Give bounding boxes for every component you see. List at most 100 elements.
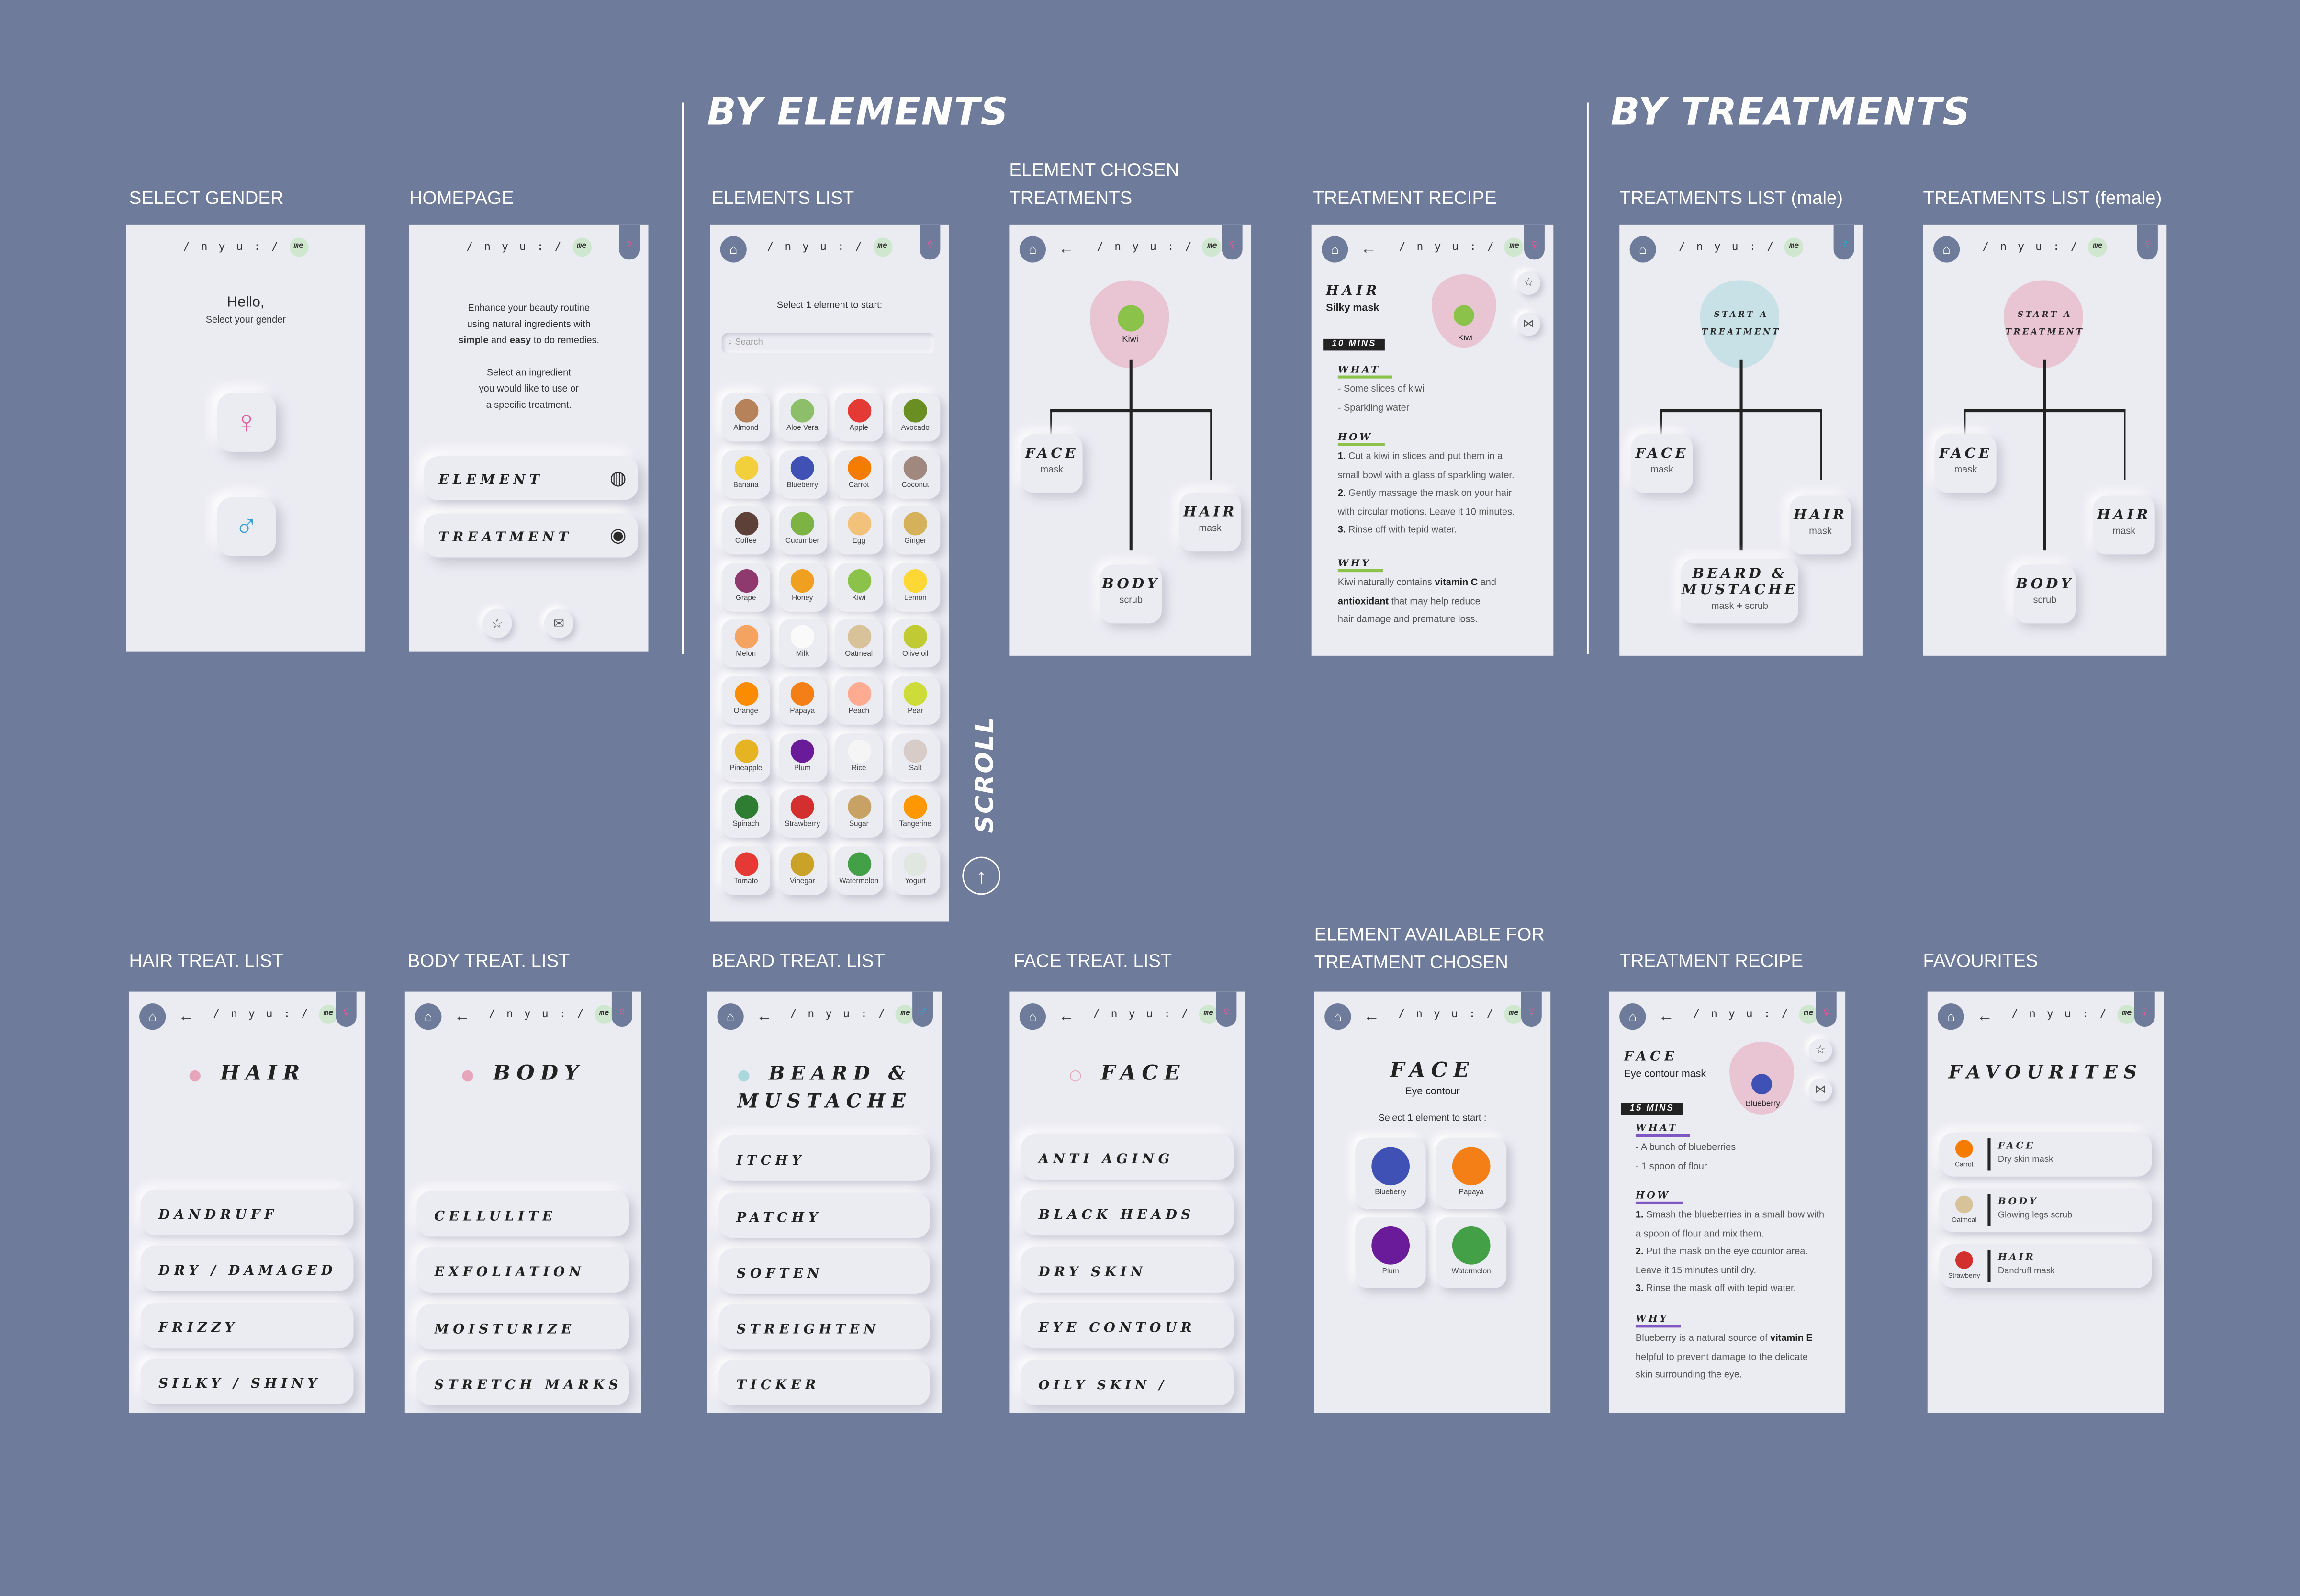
ingredient-button[interactable]: Watermelon <box>834 846 883 895</box>
star-icon[interactable]: ☆ <box>1808 1038 1832 1062</box>
search-input[interactable]: ⌕ Search <box>722 333 934 354</box>
star-icon[interactable]: ☆ <box>482 608 512 639</box>
arrow-left-icon[interactable]: ← <box>751 1003 777 1030</box>
home-icon[interactable]: ⌂ <box>1933 236 1960 263</box>
ingredient-button[interactable]: Cucumber <box>778 506 827 555</box>
home-icon[interactable]: ⌂ <box>1324 1003 1351 1030</box>
ingredient-button[interactable]: Strawberry <box>778 789 827 838</box>
ingredient-button[interactable]: Aloe Vera <box>778 393 827 442</box>
ingredient-button[interactable]: Watermelon <box>1436 1217 1507 1288</box>
arrow-left-icon[interactable]: ← <box>1972 1003 1998 1030</box>
list-item[interactable]: FRIZZY <box>141 1303 354 1349</box>
body-scrub-node[interactable]: BODY scrub <box>1100 564 1162 624</box>
ingredient-button[interactable]: Plum <box>1355 1217 1426 1288</box>
ingredient-button[interactable]: Ginger <box>891 506 940 555</box>
male-icon[interactable]: ♂ <box>1833 224 1854 260</box>
arrow-left-icon[interactable]: ← <box>173 1003 200 1030</box>
ingredient-button[interactable]: Blueberry <box>1355 1138 1426 1209</box>
star-icon[interactable]: ☆ <box>1516 271 1540 295</box>
share-icon[interactable]: ⋈ <box>1808 1078 1832 1102</box>
male-button[interactable]: ♂ <box>217 497 276 556</box>
home-icon[interactable]: ⌂ <box>720 236 747 263</box>
ingredient-button[interactable]: Milk <box>778 619 827 668</box>
face-mask-node[interactable]: FACE mask <box>1021 434 1083 493</box>
home-icon[interactable]: ⌂ <box>1619 1003 1646 1030</box>
ingredient-button[interactable]: Oatmeal <box>834 619 883 668</box>
list-item[interactable]: BLACK HEADS <box>1021 1190 1234 1236</box>
female-icon[interactable]: ♀ <box>1222 224 1243 260</box>
list-item[interactable]: MOISTURIZE <box>416 1304 629 1350</box>
ingredient-button[interactable]: Carrot <box>834 450 883 498</box>
ingredient-button[interactable]: Papaya <box>778 676 827 725</box>
treatment-button[interactable]: TREATMENT ◉ <box>424 513 639 558</box>
arrow-left-icon[interactable]: ← <box>1053 236 1079 262</box>
mail-icon[interactable]: ✉ <box>544 608 574 639</box>
ingredient-button[interactable]: Apple <box>834 393 883 442</box>
home-icon[interactable]: ⌂ <box>1629 236 1656 263</box>
home-icon[interactable]: ⌂ <box>1019 1003 1046 1030</box>
list-item[interactable]: PATCHY <box>718 1192 930 1238</box>
ingredient-button[interactable]: Honey <box>778 563 827 612</box>
list-item[interactable]: TICKER <box>718 1360 930 1405</box>
favourite-item[interactable]: Strawberry HAIR Dandruff mask <box>1939 1244 2152 1288</box>
list-item[interactable]: ANTI AGING <box>1021 1134 1234 1180</box>
female-icon[interactable]: ♀ <box>336 991 357 1027</box>
share-icon[interactable]: ⋈ <box>1516 312 1540 336</box>
arrow-left-icon[interactable]: ← <box>1356 236 1382 262</box>
list-item[interactable]: ITCHY <box>718 1135 930 1181</box>
home-icon[interactable]: ⌂ <box>1019 236 1046 263</box>
ingredient-button[interactable]: Yogurt <box>891 846 940 895</box>
arrow-left-icon[interactable]: ← <box>449 1003 475 1030</box>
favourite-item[interactable]: Oatmeal BODY Glowing legs scrub <box>1939 1188 2152 1233</box>
list-item[interactable]: OILY SKIN / PIMPLES <box>1021 1360 1234 1405</box>
list-item[interactable]: EXFOLIATION <box>416 1247 629 1293</box>
ingredient-button[interactable]: Pineapple <box>721 733 770 782</box>
beard-mustache-node[interactable]: BEARD & MUSTACHE mask + scrub <box>1681 559 1799 624</box>
arrow-up-icon[interactable]: ↑ <box>962 856 1000 895</box>
female-icon[interactable]: ♀ <box>1524 224 1545 260</box>
list-item[interactable]: DRY / DAMAGED <box>141 1245 354 1291</box>
list-item[interactable]: SILKY / SHINY <box>141 1358 354 1404</box>
ingredient-button[interactable]: Vinegar <box>778 846 827 895</box>
home-icon[interactable]: ⌂ <box>415 1003 442 1030</box>
list-item[interactable]: DRY SKIN <box>1021 1247 1234 1293</box>
arrow-left-icon[interactable]: ← <box>1053 1003 1079 1030</box>
ingredient-button[interactable]: Avocado <box>891 393 940 442</box>
ingredient-button[interactable]: Grape <box>721 563 770 612</box>
ingredient-button[interactable]: Banana <box>721 450 770 498</box>
body-node[interactable]: BODY scrub <box>2014 564 2076 624</box>
list-item[interactable]: SOFTEN <box>718 1248 930 1294</box>
male-icon[interactable]: ♂ <box>912 991 933 1027</box>
ingredient-button[interactable]: Orange <box>721 676 770 725</box>
arrow-left-icon[interactable]: ← <box>1653 1003 1680 1030</box>
ingredient-button[interactable]: Coffee <box>721 506 770 555</box>
ingredient-button[interactable]: Papaya <box>1436 1138 1507 1209</box>
element-button[interactable]: ELEMENT ◍ <box>424 456 639 500</box>
list-item[interactable]: DANDRUFF <box>141 1190 354 1236</box>
hair-node[interactable]: HAIR mask <box>2093 495 2155 555</box>
list-item[interactable]: STREIGHTEN <box>718 1304 930 1350</box>
face-node[interactable]: FACE mask <box>1631 434 1693 493</box>
female-icon[interactable]: ♀ <box>2137 224 2158 260</box>
ingredient-button[interactable]: Pear <box>891 676 940 725</box>
hair-mask-node[interactable]: HAIR mask <box>1179 493 1241 552</box>
female-icon[interactable]: ♀ <box>1521 991 1542 1027</box>
list-item[interactable]: CELLULITE <box>416 1191 629 1237</box>
female-icon[interactable]: ♀ <box>619 224 640 260</box>
ingredient-button[interactable]: Sugar <box>834 789 883 838</box>
female-icon[interactable]: ♀ <box>2134 991 2155 1027</box>
home-icon[interactable]: ⌂ <box>139 1003 166 1030</box>
ingredient-button[interactable]: Almond <box>721 393 770 442</box>
favourite-item[interactable]: Carrot FACE Dry skin mask <box>1939 1132 2152 1177</box>
female-button[interactable]: ♀ <box>217 393 276 452</box>
home-icon[interactable]: ⌂ <box>1938 1003 1964 1030</box>
list-item[interactable]: EYE CONTOUR <box>1021 1303 1234 1349</box>
ingredient-button[interactable]: Olive oil <box>891 619 940 668</box>
ingredient-button[interactable]: Tomato <box>721 846 770 895</box>
ingredient-button[interactable]: Lemon <box>891 563 940 612</box>
face-node[interactable]: FACE mask <box>1935 434 1997 493</box>
ingredient-button[interactable]: Plum <box>778 733 827 782</box>
home-icon[interactable]: ⌂ <box>717 1003 744 1030</box>
female-icon[interactable]: ♀ <box>1216 991 1237 1027</box>
ingredient-button[interactable]: Tangerine <box>891 789 940 838</box>
